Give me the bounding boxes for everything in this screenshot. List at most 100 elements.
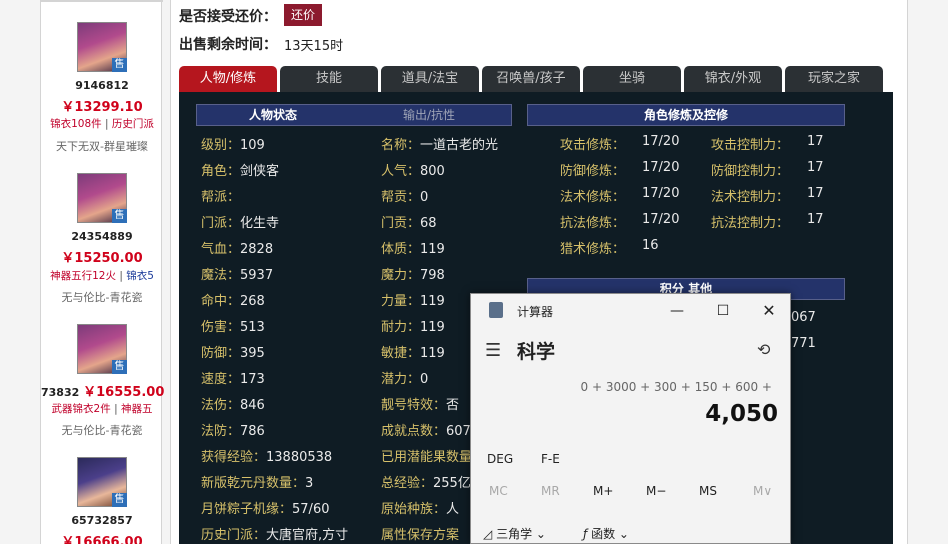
stat-label: 新版乾元丹数量： bbox=[201, 476, 306, 491]
sale-badge: 售 bbox=[112, 360, 127, 374]
time-left-value: 13天15时 bbox=[284, 39, 344, 54]
calculator-window[interactable]: 计算器 — ☐ ✕ ☰ 科学 ⟲ 0 + 3000 + 300 + 150 + … bbox=[470, 293, 791, 544]
stat-value: 800 bbox=[420, 164, 445, 179]
stat-label: 力量： bbox=[381, 294, 421, 309]
stat-label: 速度： bbox=[201, 372, 241, 387]
stat-label: 月饼粽子机缘： bbox=[201, 502, 293, 517]
cultivation-value: 17/20 bbox=[642, 134, 680, 149]
stat-row: 耐力：119 bbox=[381, 316, 445, 335]
cultivation-row: 抗法修炼： 17/20 bbox=[560, 212, 679, 231]
listing-id: 9146812 bbox=[75, 79, 129, 92]
ms-button[interactable]: MS bbox=[699, 484, 717, 498]
watermark-text: CC直播 bbox=[828, 41, 894, 63]
listing-id: 24354889 bbox=[71, 230, 133, 243]
cultivation-label: 抗法修炼： bbox=[560, 216, 626, 231]
stream-watermark: CC直播 bbox=[798, 36, 916, 63]
tab-mounts[interactable]: 坐骑 bbox=[583, 66, 681, 92]
stat-row: 新版乾元丹数量：3 bbox=[201, 472, 313, 491]
function-dropdown[interactable]: ƒ 函数 ⌄ bbox=[583, 525, 629, 542]
stat-value: 否 bbox=[446, 398, 460, 413]
stat-label: 级别： bbox=[201, 138, 241, 153]
stat-value: 846 bbox=[240, 398, 265, 413]
stat-row: 名称：一道古老的光 bbox=[381, 134, 498, 153]
fe-button[interactable]: F-E bbox=[541, 452, 560, 466]
stat-row: 敏捷：119 bbox=[381, 342, 445, 361]
deg-button[interactable]: DEG bbox=[487, 452, 513, 466]
calculator-titlebar[interactable]: 计算器 — ☐ ✕ bbox=[471, 294, 790, 328]
stat-value: 119 bbox=[420, 320, 445, 335]
menu-icon[interactable]: ☰ bbox=[485, 340, 501, 361]
cultivation-value: 17/20 bbox=[642, 212, 680, 227]
stat-value: 109 bbox=[240, 138, 265, 153]
cultivation-row: 防御修炼： 17/20 bbox=[560, 160, 679, 179]
tab-home[interactable]: 玩家之家 bbox=[785, 66, 883, 92]
stat-label: 成就点数： bbox=[381, 424, 447, 439]
stat-row: 人气：800 bbox=[381, 160, 445, 179]
avatar[interactable]: 售 bbox=[77, 457, 127, 507]
tab-summons[interactable]: 召唤兽/孩子 bbox=[482, 66, 580, 92]
tab-items[interactable]: 道具/法宝 bbox=[381, 66, 479, 92]
char-status-tab[interactable]: 人物状态 bbox=[249, 105, 297, 125]
stat-row: 原始种族：人 bbox=[381, 498, 459, 517]
time-left-label: 出售剩余时间： bbox=[179, 37, 277, 53]
close-button[interactable]: ✕ bbox=[755, 298, 783, 324]
stat-label: 气血： bbox=[201, 242, 241, 257]
trig-dropdown[interactable]: ◿ 三角学 ⌄ bbox=[483, 525, 546, 542]
stat-row: 帮派： bbox=[201, 186, 240, 205]
control-label: 防御控制力： bbox=[711, 164, 790, 179]
stat-row: 历史门派：大唐官府,方寸 bbox=[201, 524, 348, 543]
stat-value: 人 bbox=[446, 502, 460, 517]
bargain-button[interactable]: 还价 bbox=[284, 4, 322, 26]
mr-button[interactable]: MR bbox=[541, 484, 560, 498]
listing-card[interactable]: 售 24354889 ￥15250.00 神器五行12火 | 锦衣5 无与伦比-… bbox=[41, 152, 163, 304]
listing-card[interactable]: 售 65732857 ￥16666.00 bbox=[41, 440, 163, 544]
m-minus-button[interactable]: M− bbox=[646, 484, 666, 498]
stat-row: 魔力：798 bbox=[381, 264, 445, 283]
cultivation-header: 角色修炼及控修 bbox=[527, 104, 845, 126]
cultivation-row: 攻击修炼： 17/20 bbox=[560, 134, 679, 153]
cultivation-value: 16 bbox=[642, 238, 659, 253]
listing-server: 无与伦比-青花瓷 bbox=[61, 424, 143, 437]
m-history-button[interactable]: M∨ bbox=[753, 484, 772, 498]
stat-label: 魔法： bbox=[201, 268, 241, 283]
stat-value: 5937 bbox=[240, 268, 274, 283]
stat-row: 防御：395 bbox=[201, 342, 265, 361]
mc-button[interactable]: MC bbox=[489, 484, 508, 498]
listing-id: 65732857 bbox=[71, 514, 133, 527]
stat-row: 力量：119 bbox=[381, 290, 445, 309]
listing-sidebar: 售 9146812 ￥13299.10 锦衣108件 | 历史门派 天下无双-群… bbox=[40, 0, 164, 544]
cultivation-label: 防御修炼： bbox=[560, 164, 626, 179]
char-status-header: 人物状态 输出/抗性 bbox=[196, 104, 512, 126]
tab-character[interactable]: 人物/修炼 bbox=[179, 66, 277, 92]
stat-value: 798 bbox=[420, 268, 445, 283]
function-icon: ƒ bbox=[583, 527, 588, 541]
stat-value: 68 bbox=[420, 216, 437, 231]
stat-row: 已用潜能果数量 bbox=[381, 446, 472, 465]
sale-badge: 售 bbox=[112, 58, 127, 72]
output-resist-tab[interactable]: 输出/抗性 bbox=[403, 105, 455, 125]
stat-label: 防御： bbox=[201, 346, 241, 361]
stat-row: 命中：268 bbox=[201, 290, 265, 309]
tab-outfits[interactable]: 锦衣/外观 bbox=[684, 66, 782, 92]
stat-label: 靓号特效： bbox=[381, 398, 447, 413]
history-icon[interactable]: ⟲ bbox=[757, 340, 770, 359]
maximize-button[interactable]: ☐ bbox=[709, 298, 737, 324]
listing-card[interactable]: 售 73832 ￥16555.00 武器锦衣2件 | 神器五 无与伦比-青花瓷 bbox=[41, 303, 164, 453]
stat-label: 已用潜能果数量 bbox=[381, 450, 473, 465]
avatar[interactable]: 售 bbox=[77, 22, 127, 72]
minimize-button[interactable]: — bbox=[663, 298, 691, 324]
avatar[interactable]: 售 bbox=[77, 324, 127, 374]
listing-card[interactable]: 售 9146812 ￥13299.10 锦衣108件 | 历史门派 天下无双-群… bbox=[41, 0, 163, 160]
stat-row: 级别：109 bbox=[201, 134, 265, 153]
tab-skills[interactable]: 技能 bbox=[280, 66, 378, 92]
stat-label: 耐力： bbox=[381, 320, 421, 335]
control-label: 法术控制力： bbox=[711, 190, 790, 205]
accept-bargain-label: 是否接受还价： bbox=[179, 9, 277, 25]
stat-label: 角色： bbox=[201, 164, 241, 179]
m-plus-button[interactable]: M+ bbox=[593, 484, 613, 498]
stat-label: 人气： bbox=[381, 164, 421, 179]
avatar[interactable]: 售 bbox=[77, 173, 127, 223]
stat-value: 268 bbox=[240, 294, 265, 309]
stat-label: 门贡： bbox=[381, 216, 421, 231]
stat-row: 法防：786 bbox=[201, 420, 265, 439]
